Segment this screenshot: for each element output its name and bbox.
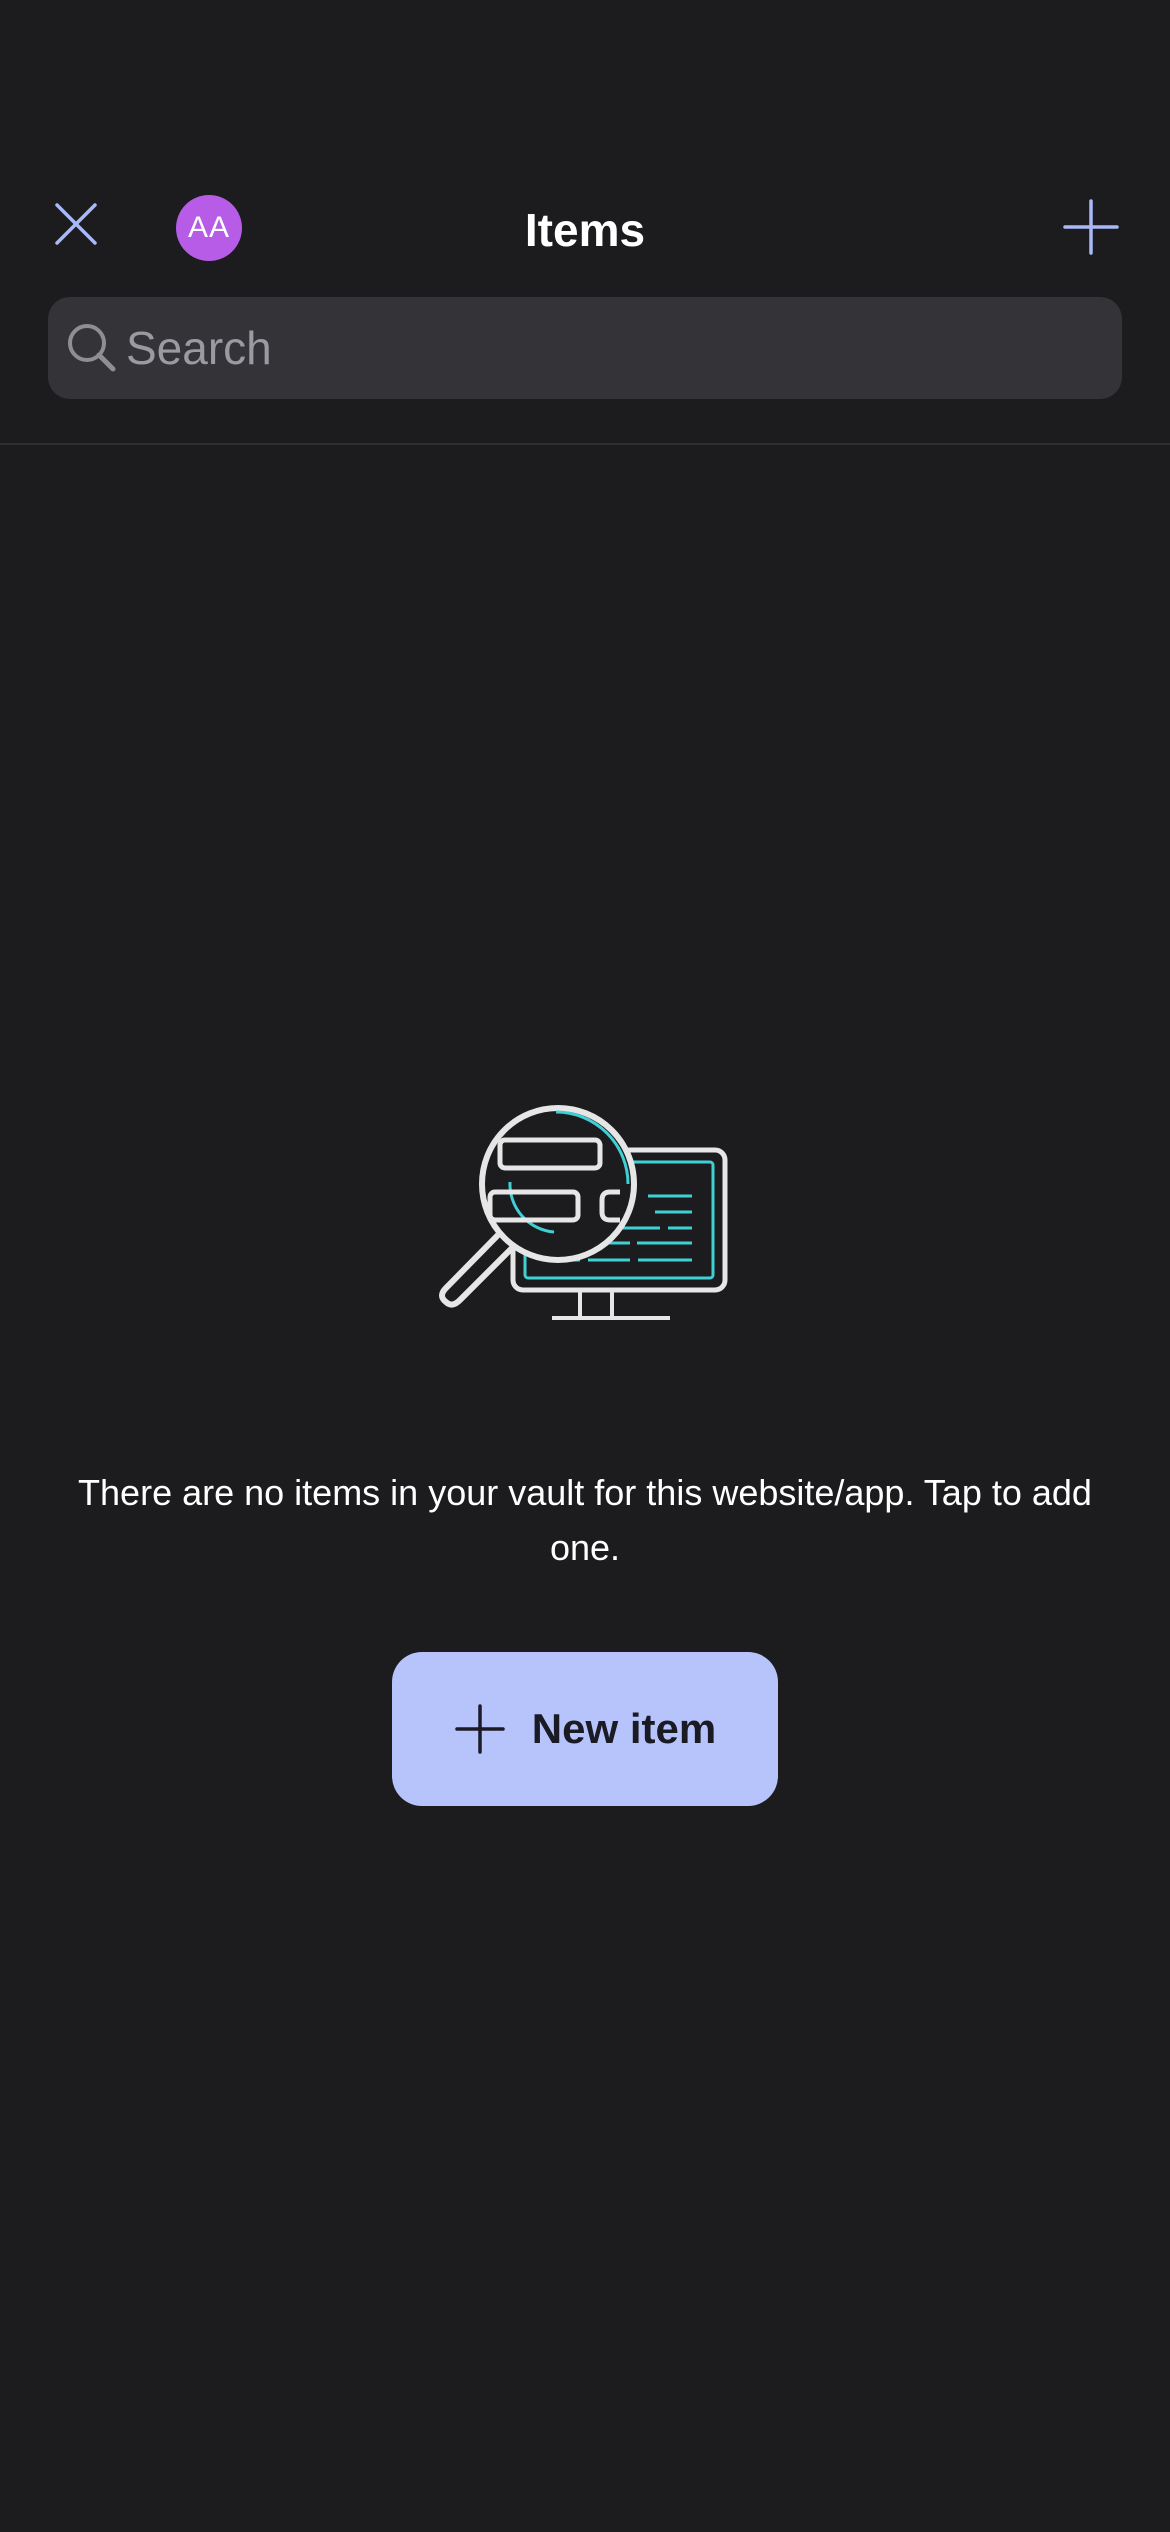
header-divider: [0, 443, 1170, 445]
add-item-button[interactable]: [1052, 188, 1130, 266]
navigation-bar: AA Items: [0, 180, 1170, 280]
magnifier-over-monitor-illustration: [439, 1105, 728, 1320]
search-bar[interactable]: [48, 297, 1122, 399]
close-button[interactable]: [40, 188, 112, 260]
search-icon: [64, 320, 120, 376]
close-icon: [55, 203, 97, 245]
search-input[interactable]: [120, 307, 1122, 389]
page-title: Items: [524, 204, 646, 256]
account-avatar[interactable]: AA: [176, 195, 242, 261]
new-item-button[interactable]: New item: [392, 1652, 778, 1806]
plus-icon: [454, 1703, 506, 1755]
plus-icon: [1063, 199, 1119, 255]
items-screen: AA Items Search There are no items in yo…: [0, 0, 1170, 2532]
new-item-label: New item: [531, 1705, 717, 1752]
empty-state-message: There are no items in your vault for thi…: [78, 1472, 1092, 1568]
avatar-initials: AA: [187, 211, 231, 244]
